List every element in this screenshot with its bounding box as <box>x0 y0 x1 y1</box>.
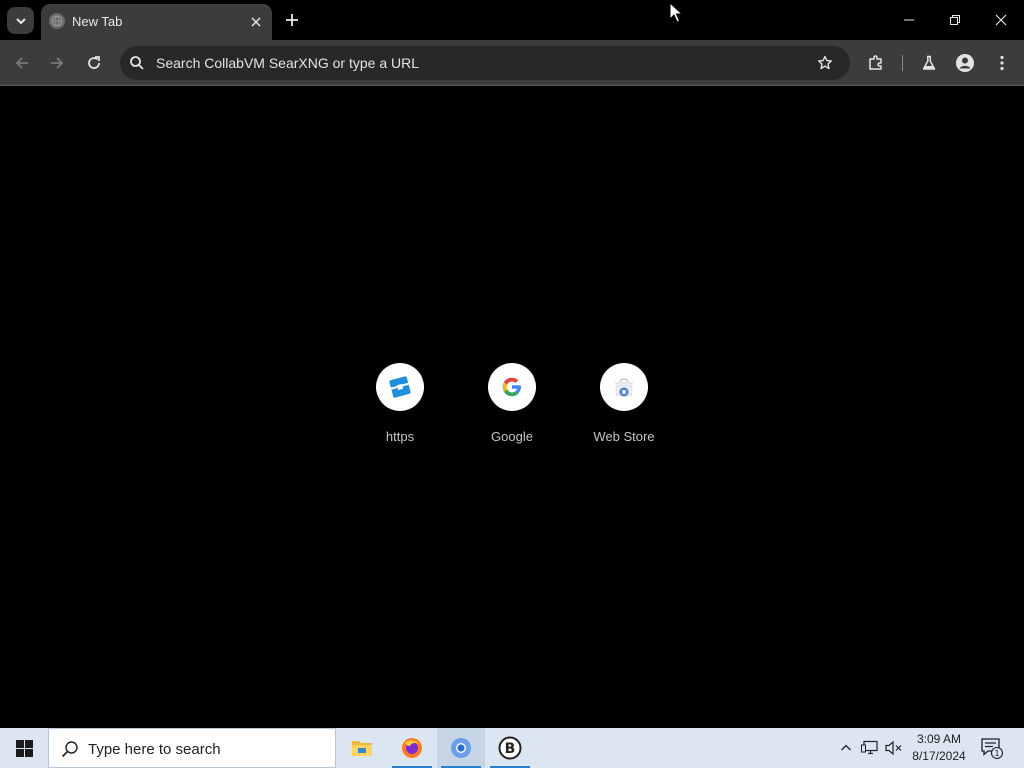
address-input[interactable] <box>156 46 796 80</box>
new-tab-button[interactable] <box>281 9 303 31</box>
search-icon <box>61 741 78 758</box>
roblox-icon <box>376 363 424 411</box>
taskbar-app-bloxstrap[interactable]: B <box>486 728 534 768</box>
new-tab-page: https Google Web Store <box>0 87 1024 728</box>
volume-muted-icon <box>885 740 902 756</box>
tab-close-button[interactable] <box>246 12 266 32</box>
toolbar-divider <box>902 55 903 71</box>
extensions-button[interactable] <box>862 49 890 77</box>
profile-icon <box>956 54 974 72</box>
shortcut-label: https <box>385 429 415 444</box>
bookmark-star-button[interactable] <box>815 53 835 73</box>
firefox-icon <box>402 738 422 758</box>
google-g-icon <box>488 363 536 411</box>
bloxstrap-icon: B <box>498 736 522 760</box>
taskbar-search-box[interactable]: Type here to search <box>48 728 336 768</box>
arrow-left-icon <box>15 57 28 69</box>
shortcut-label: Google <box>491 429 533 444</box>
shortcut-tile-https[interactable]: https <box>344 363 456 453</box>
shortcut-tile-google[interactable]: Google <box>456 363 568 453</box>
show-hidden-icons-button[interactable] <box>836 738 856 758</box>
taskbar-app-chromium[interactable] <box>437 728 485 768</box>
close-icon <box>995 14 1007 26</box>
chevron-up-icon <box>841 744 851 751</box>
action-center-button[interactable]: 1 <box>980 737 1004 760</box>
tab-strip: New Tab <box>0 0 1024 40</box>
windows-logo-icon <box>15 739 33 757</box>
address-bar[interactable] <box>120 46 850 80</box>
reload-button[interactable] <box>80 49 108 77</box>
browser-toolbar <box>0 40 1024 86</box>
restore-icon <box>950 15 960 25</box>
reload-icon <box>88 56 100 69</box>
arrow-right-icon <box>51 57 64 69</box>
close-icon <box>251 17 261 27</box>
network-icon <box>861 740 878 755</box>
windows-taskbar: Type here to search B 3:09 AM 8/17/2024 … <box>0 728 1024 768</box>
tab-search-button[interactable] <box>7 7 34 34</box>
chevron-down-icon <box>15 17 26 24</box>
taskbar-clock[interactable]: 3:09 AM 8/17/2024 <box>906 731 972 765</box>
shortcut-label: Web Store <box>593 429 655 444</box>
mouse-cursor-icon <box>669 2 683 23</box>
star-icon <box>818 55 832 70</box>
shortcut-tile-web-store[interactable]: Web Store <box>568 363 680 453</box>
taskbar-search-placeholder: Type here to search <box>88 741 221 758</box>
more-vertical-icon <box>1000 55 1004 71</box>
forward-button[interactable] <box>43 49 71 77</box>
minimize-icon <box>904 19 914 21</box>
profile-button[interactable] <box>951 49 979 77</box>
taskbar-app-file-explorer[interactable] <box>338 728 386 768</box>
flask-icon <box>922 55 936 70</box>
volume-button[interactable] <box>884 738 904 758</box>
labs-button[interactable] <box>915 49 943 77</box>
chrome-web-store-icon <box>600 363 648 411</box>
plus-icon <box>286 14 298 26</box>
back-button[interactable] <box>8 49 36 77</box>
notification-count: 1 <box>994 749 999 758</box>
menu-button[interactable] <box>988 49 1016 77</box>
tab-title: New Tab <box>72 14 123 29</box>
puzzle-icon <box>869 55 882 70</box>
globe-icon <box>49 13 65 29</box>
start-button[interactable] <box>0 728 48 768</box>
notification-icon: 1 <box>981 738 1004 760</box>
search-icon <box>130 56 144 70</box>
clock-time: 3:09 AM <box>916 732 962 746</box>
taskbar-app-firefox[interactable] <box>388 728 436 768</box>
file-explorer-icon <box>352 741 372 756</box>
network-button[interactable] <box>860 738 880 758</box>
close-window-button[interactable] <box>978 0 1024 40</box>
tab-new-tab[interactable]: New Tab <box>41 4 272 40</box>
svg-text:B: B <box>505 741 516 757</box>
chromium-icon <box>451 738 471 758</box>
minimize-button[interactable] <box>886 0 932 40</box>
restore-button[interactable] <box>932 0 978 40</box>
clock-date: 8/17/2024 <box>912 749 966 763</box>
